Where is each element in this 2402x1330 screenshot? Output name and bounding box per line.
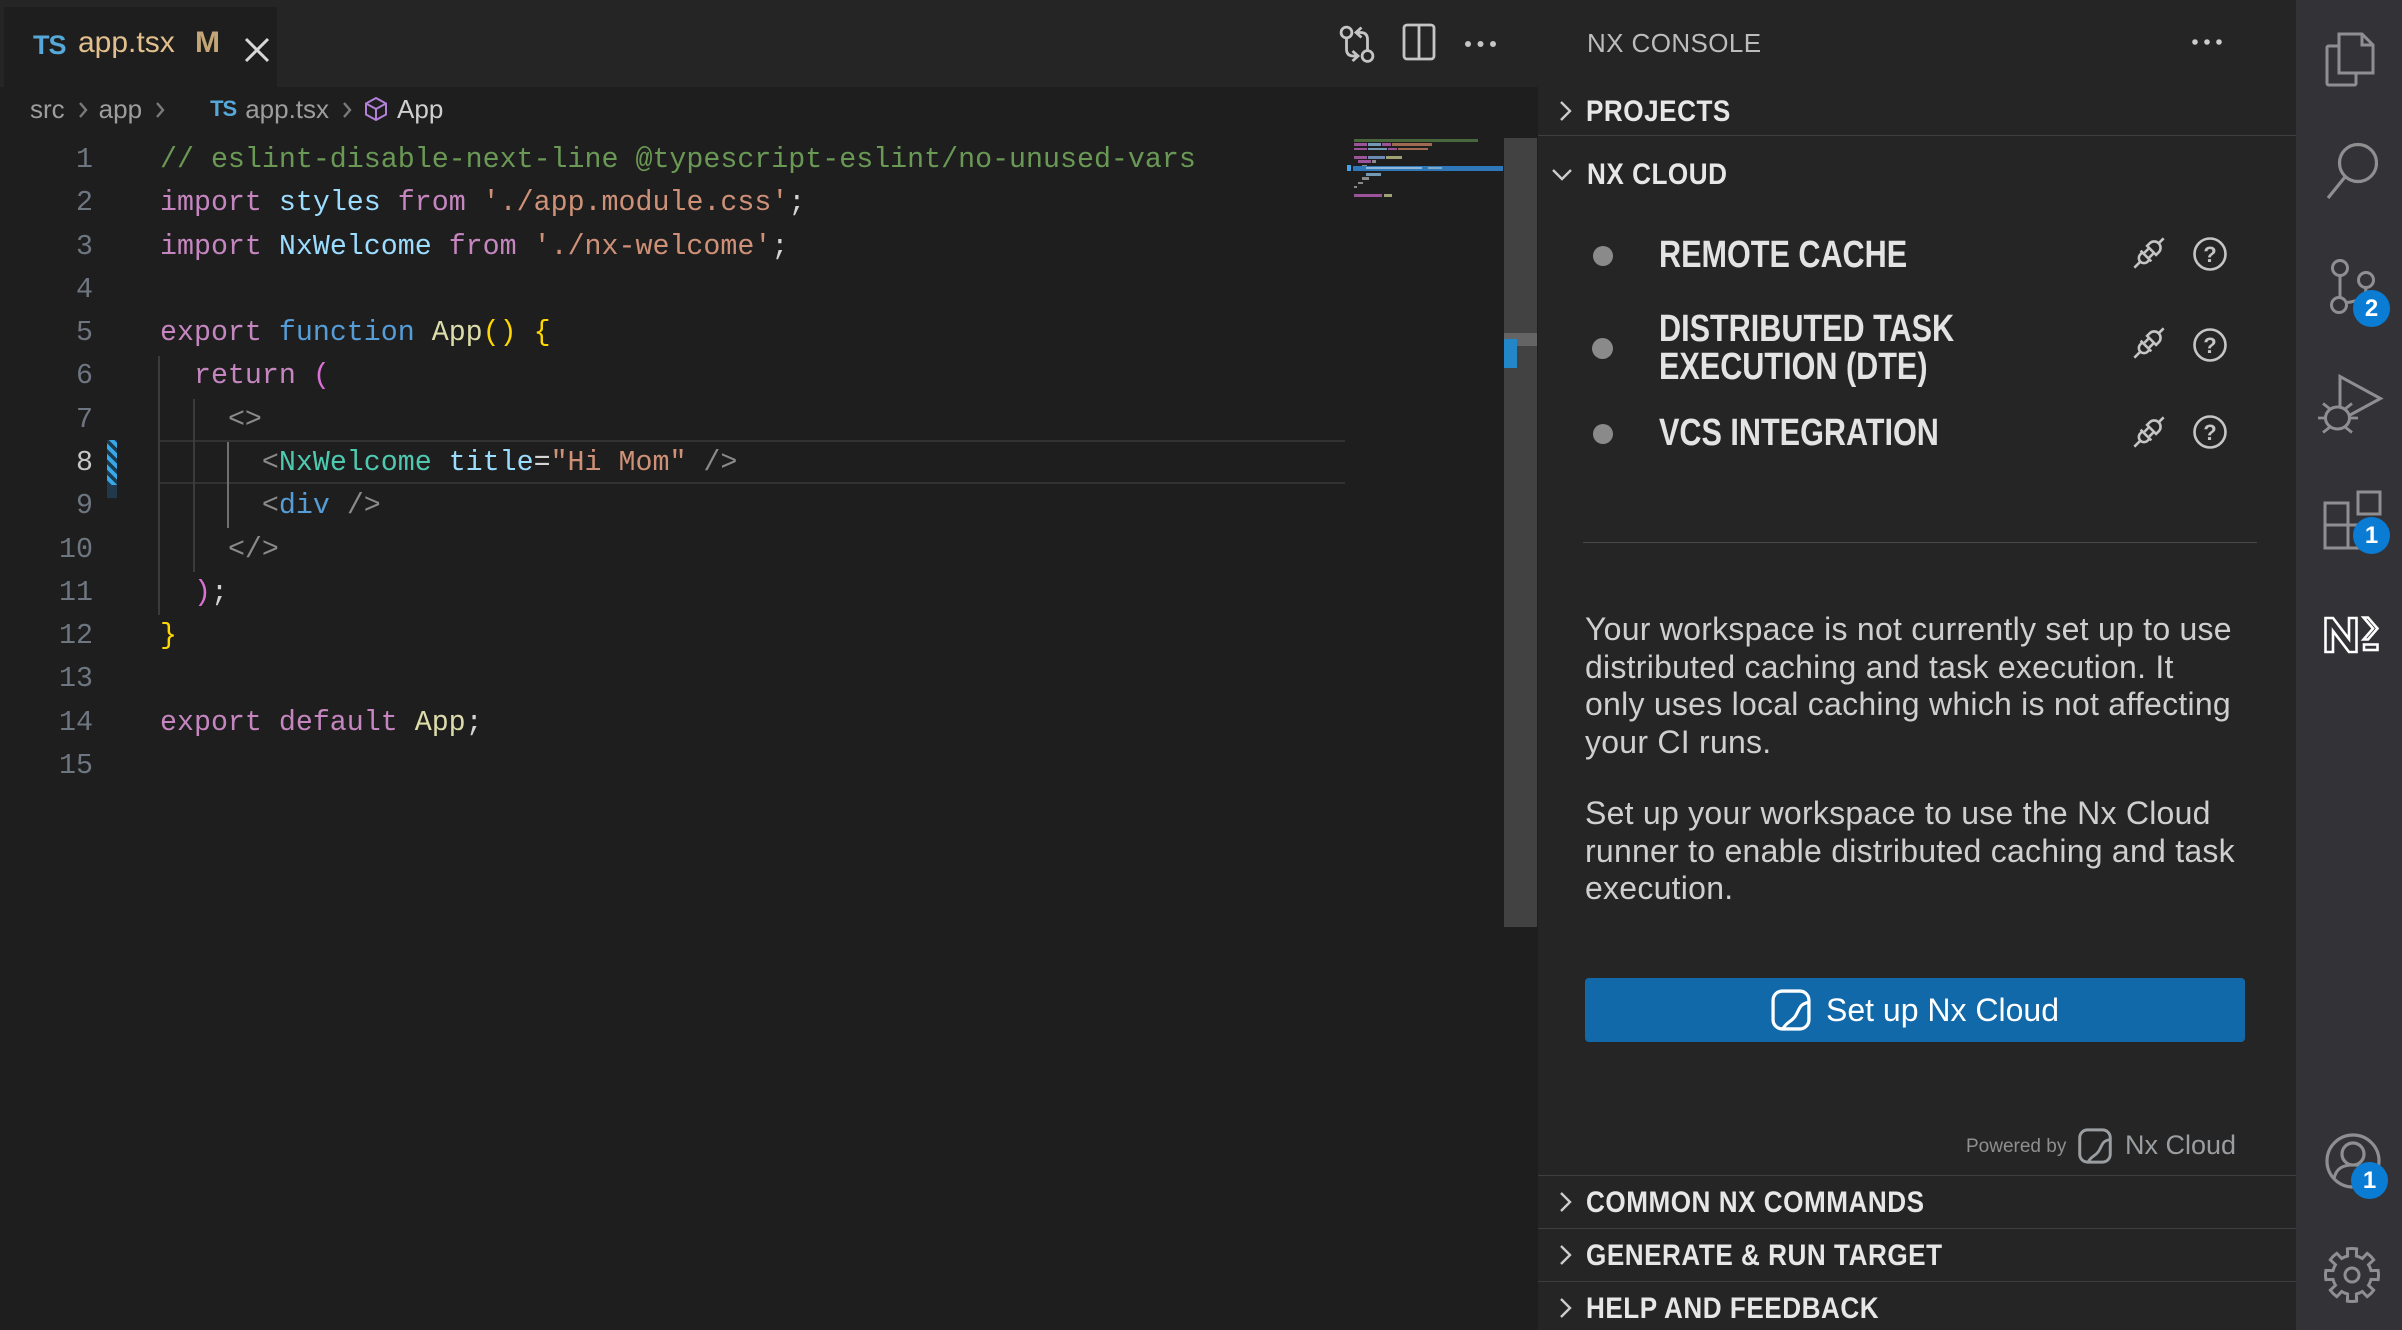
svg-text:?: ? (2203, 242, 2216, 267)
svg-text:?: ? (2203, 333, 2216, 358)
svg-text:?: ? (2203, 420, 2216, 445)
